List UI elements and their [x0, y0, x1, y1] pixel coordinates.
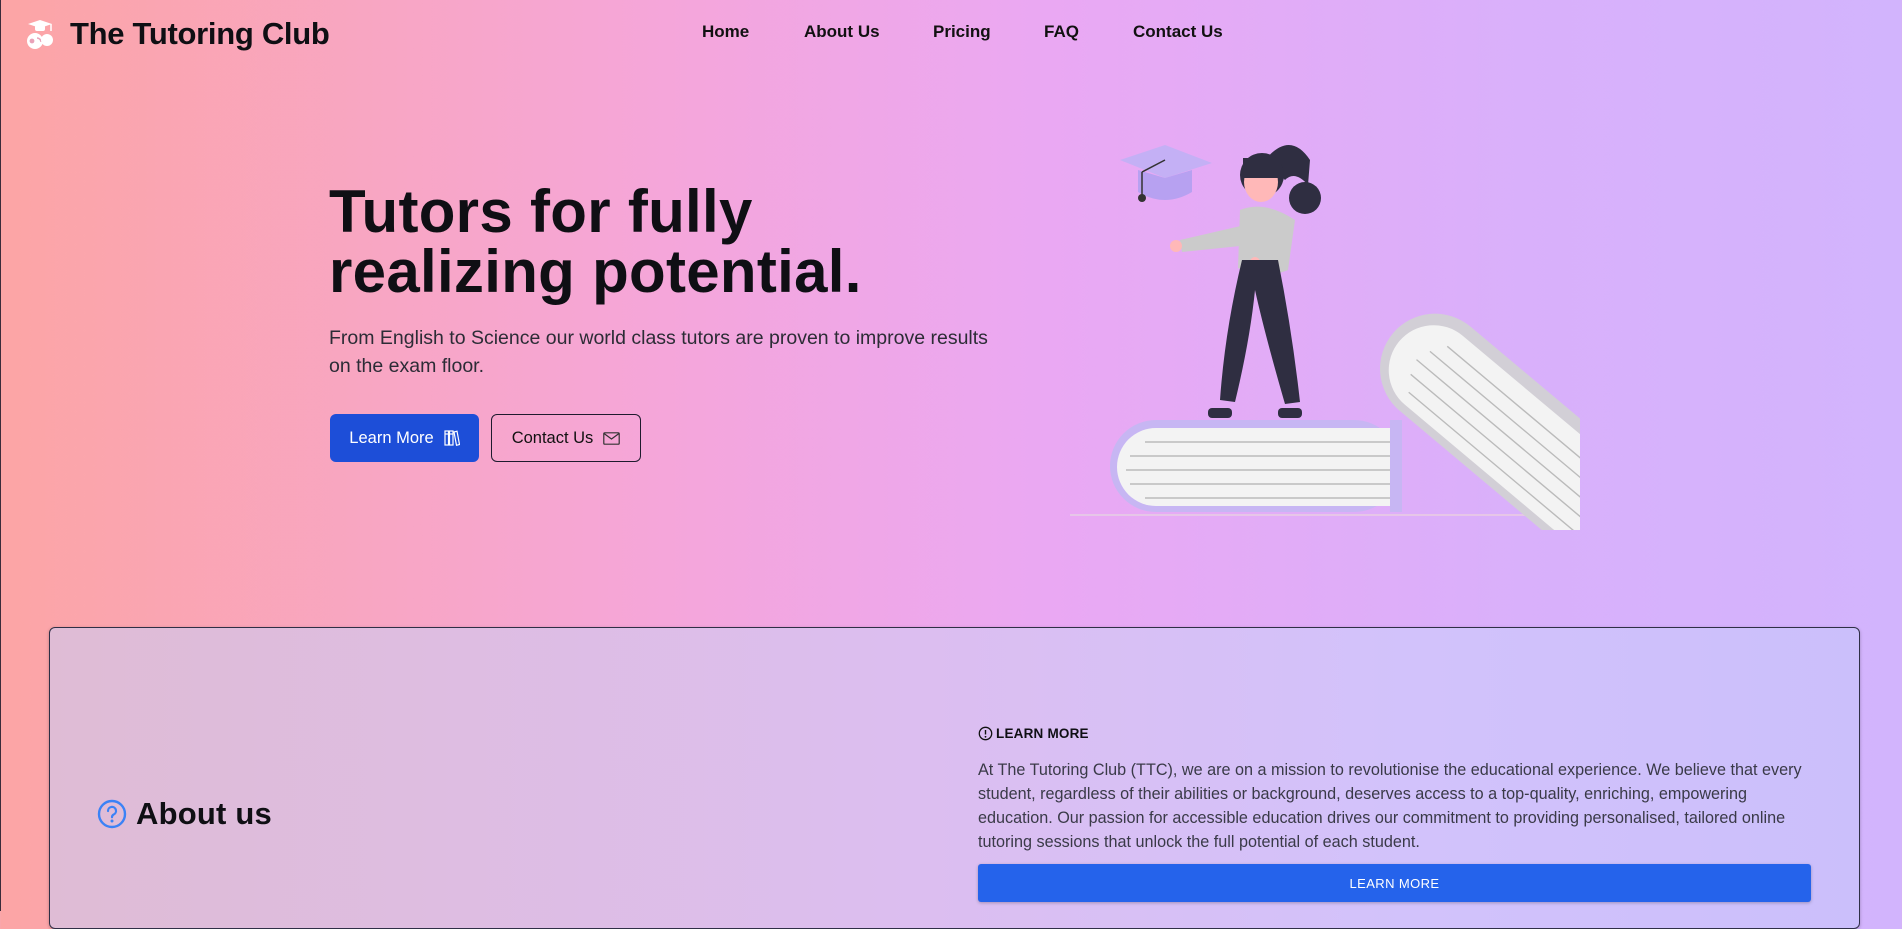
about-learn-more-button[interactable]: LEARN MORE: [978, 864, 1811, 902]
books-icon: [444, 430, 460, 447]
nav-about-us[interactable]: About Us: [804, 22, 880, 42]
hero-title-line1: Tutors for fully: [329, 178, 753, 245]
student-on-books-illustration: [1070, 145, 1580, 530]
nav-pricing[interactable]: Pricing: [933, 22, 991, 42]
learn-more-button[interactable]: Learn More: [330, 414, 479, 462]
info-circle-icon: [978, 726, 993, 741]
contact-us-button-label: Contact Us: [511, 428, 594, 447]
nav-contact-us[interactable]: Contact Us: [1133, 22, 1223, 42]
about-body: At The Tutoring Club (TTC), we are on a …: [978, 761, 1802, 851]
learn-more-eyebrow: LEARN MORE: [978, 726, 1089, 741]
hero-subtitle: From English to Science our world class …: [329, 327, 988, 377]
learn-more-button-label: Learn More: [349, 428, 434, 447]
graduate-cap-icon: [27, 20, 53, 49]
nav-home[interactable]: Home: [702, 22, 749, 42]
contact-us-button[interactable]: Contact Us: [491, 414, 641, 462]
question-circle-icon: [97, 799, 127, 829]
envelope-icon: [603, 431, 621, 445]
hero-title: Tutors for fully realizing potential.: [329, 182, 862, 302]
about-title: About us: [136, 796, 272, 831]
about-heading: About us: [97, 796, 272, 832]
hero-title-line2: realizing potential.: [329, 238, 862, 305]
student-figure: [1170, 145, 1321, 418]
brand-logo[interactable]: The Tutoring Club: [24, 16, 330, 52]
brand-name: The Tutoring Club: [70, 16, 330, 51]
learn-more-eyebrow-label: LEARN MORE: [996, 726, 1089, 741]
floating-grad-cap: [1120, 145, 1212, 202]
nav-faq[interactable]: FAQ: [1044, 22, 1079, 42]
about-section: About us LEARN MORE At The Tutoring Club…: [49, 627, 1860, 929]
page-edge-line: [0, 0, 1, 911]
lying-book: [1110, 420, 1402, 512]
